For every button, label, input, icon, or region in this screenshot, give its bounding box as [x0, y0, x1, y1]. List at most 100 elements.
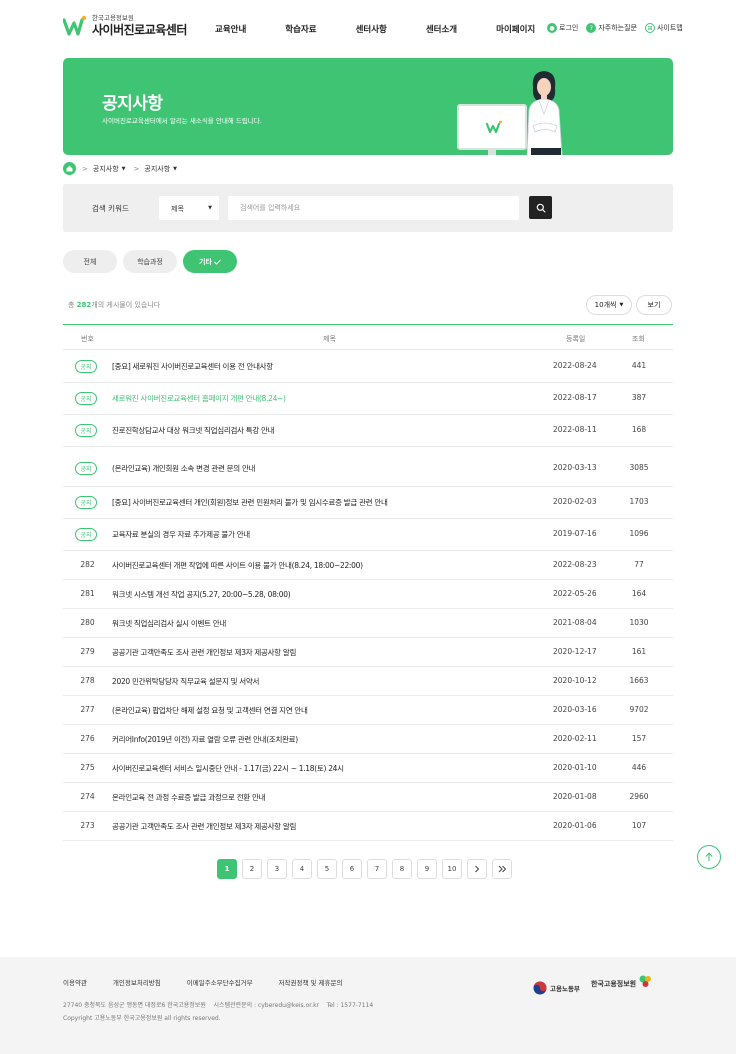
breadcrumb-depth2-label: 공지사항: [144, 164, 171, 173]
site-logo[interactable]: 한국고용정보원 사이버진로교육센터: [62, 14, 187, 38]
row-views: 164: [631, 589, 647, 598]
page-2[interactable]: 2: [242, 859, 262, 879]
table-row[interactable]: 281 워크넷 시스템 개선 작업 공지(5.27, 20:00~5.28, 0…: [63, 580, 673, 609]
table-row[interactable]: 276 커리어Info(2019년 이전) 자료 열람 오류 관련 안내(조치완…: [63, 725, 673, 754]
breadcrumb-depth1-label: 공지사항: [92, 164, 119, 173]
page-9[interactable]: 9: [417, 859, 437, 879]
row-number: 273: [80, 821, 95, 830]
notice-row[interactable]: 공지 [중요] 사이버진로교육센터 개인(회원)정보 관련 민원처리 불가 및 …: [63, 487, 673, 519]
total-count: 282: [76, 301, 92, 309]
footer-link-terms[interactable]: 이용약관: [63, 977, 87, 987]
scroll-top-button[interactable]: [697, 845, 721, 869]
keis-logo[interactable]: 한국고용정보원: [591, 975, 652, 989]
user-icon: ●: [547, 23, 557, 33]
site-footer: 이용약관 개인정보처리방침 이메일주소무단수집거부 저작권정책 및 제휴문의 2…: [0, 957, 736, 1054]
caret-down-icon: ▼: [619, 302, 624, 308]
page-7[interactable]: 7: [367, 859, 387, 879]
row-title[interactable]: 사이버진로교육센터 개편 작업에 따른 사이트 이용 불가 안내(8.24, 1…: [112, 560, 363, 571]
category-tab-etc[interactable]: 기타: [183, 250, 237, 273]
footer-link-privacy[interactable]: 개인정보처리방침: [113, 977, 161, 987]
row-title[interactable]: 워크넷 직업심리검사 실시 이벤트 안내: [112, 618, 226, 629]
nav-item-mypage[interactable]: 마이페이지: [496, 23, 535, 35]
row-date: 2020-03-13: [553, 463, 597, 472]
notice-row[interactable]: 공지 교육자료 분실의 경우 자료 추가제공 불가 안내 2019-07-16 …: [63, 519, 673, 551]
table-row[interactable]: 275 사이버진로교육센터 서비스 일시중단 안내 - 1.17(금) 22시 …: [63, 754, 673, 783]
page-3[interactable]: 3: [267, 859, 287, 879]
row-title[interactable]: 공공기관 고객만족도 조사 관련 개인정보 제3자 제공사항 알림: [112, 821, 296, 832]
table-row[interactable]: 279 공공기관 고객만족도 조사 관련 개인정보 제3자 제공사항 알림 20…: [63, 638, 673, 667]
site-header: 한국고용정보원 사이버진로교육센터 교육안내 학습자료 센터사항 센터소개 마이…: [0, 0, 736, 58]
row-title[interactable]: 온라인교육 전 과정 수료증 발급 과정으로 전환 안내: [112, 792, 265, 803]
faq-link[interactable]: ? 자주하는질문: [586, 23, 637, 33]
nav-item-materials[interactable]: 학습자료: [285, 23, 316, 35]
page-8[interactable]: 8: [392, 859, 412, 879]
chevron-right-icon: >: [82, 164, 88, 173]
category-tab-all[interactable]: 전체: [63, 250, 117, 273]
page-10[interactable]: 10: [442, 859, 462, 879]
footer-link-copyright[interactable]: 저작권정책 및 제휴문의: [279, 977, 343, 987]
table-row[interactable]: 278 2020 민간위탁당당자 직무교육 설문지 및 서약서 2020-10-…: [63, 667, 673, 696]
view-button[interactable]: 보기: [636, 295, 672, 315]
row-number: 278: [80, 676, 95, 685]
page-1[interactable]: 1: [217, 859, 237, 879]
ministry-logo[interactable]: 고용노동부: [533, 981, 580, 995]
search-field-select[interactable]: 제목 ▼: [159, 196, 219, 220]
header-views: 조회: [632, 335, 645, 343]
footer-address: 27740 충청북도 음성군 맹동면 대정로6 한국고용정보원 시스템관련문의 …: [63, 1002, 374, 1009]
total-suffix: 개의 게시물이 있습니다: [91, 301, 161, 309]
next-page-button[interactable]: [467, 859, 487, 879]
home-icon[interactable]: [63, 162, 76, 175]
table-row[interactable]: 280 워크넷 직업심리검사 실시 이벤트 안내 2021-08-04 1030: [63, 609, 673, 638]
page-title: 공지사항: [102, 94, 163, 114]
footer-link-email[interactable]: 이메일주소무단수집거부: [187, 977, 253, 987]
utility-menu: ● 로그인 ? 자주하는질문 ⊞ 사이트맵: [547, 23, 691, 33]
breadcrumb-depth1[interactable]: > 공지사항 ▼: [82, 164, 126, 174]
page-6[interactable]: 6: [342, 859, 362, 879]
row-title[interactable]: 워크넷 시스템 개선 작업 공지(5.27, 20:00~5.28, 08:00…: [112, 589, 291, 600]
row-number: 279: [80, 647, 95, 656]
per-page-select[interactable]: 10개씩 ▼: [586, 295, 632, 315]
row-date: 2022-08-23: [553, 560, 597, 569]
row-title[interactable]: 사이버진로교육센터 서비스 일시중단 안내 - 1.17(금) 22시 ~ 1.…: [112, 763, 344, 774]
row-title[interactable]: 2020 민간위탁당당자 직무교육 설문지 및 서약서: [112, 676, 259, 687]
taegeuk-icon: [533, 981, 547, 995]
table-row[interactable]: 277 (온라인교육) 팝업차단 해제 설정 요청 및 고객센터 연결 지연 안…: [63, 696, 673, 725]
notice-row[interactable]: 공지 새로워진 사이버진로교육센터 홈페이지 개편 안내(8.24~) 2022…: [63, 383, 673, 415]
sitemap-link[interactable]: ⊞ 사이트맵: [644, 23, 683, 33]
row-title[interactable]: (온라인교육) 팝업차단 해제 설정 요청 및 고객센터 연결 지연 안내: [112, 705, 308, 716]
row-title[interactable]: 새로워진 사이버진로교육센터 홈페이지 개편 안내(8.24~): [112, 393, 286, 404]
notice-row[interactable]: 공지 (온라인교육) 개인회원 소속 변경 관련 문의 안내 2020-03-1…: [63, 447, 673, 487]
pagination: 1 2 3 4 5 6 7 8 9 10: [217, 859, 517, 879]
nav-item-education[interactable]: 교육안내: [215, 23, 246, 35]
row-title[interactable]: [중요] 새로워진 사이버진로교육센터 이용 전 안내사항: [112, 361, 273, 372]
row-title[interactable]: [중요] 사이버진로교육센터 개인(회원)정보 관련 민원처리 불가 및 임시수…: [112, 497, 388, 508]
notice-row[interactable]: 공지 진로진학상담교사 대상 워크넷 직업심리검사 특강 안내 2022-08-…: [63, 415, 673, 447]
nav-item-center-news[interactable]: 센터사항: [356, 23, 387, 35]
table-row[interactable]: 274 온라인교육 전 과정 수료증 발급 과정으로 전환 안내 2020-01…: [63, 783, 673, 812]
footer-copyright: Copyright 고용노동부 한국고용정보원 all rights reser…: [63, 1015, 221, 1022]
category-tab-course[interactable]: 학습과정: [123, 250, 177, 273]
row-title[interactable]: (온라인교육) 개인회원 소속 변경 관련 문의 안내: [112, 463, 255, 474]
row-title[interactable]: 공공기관 고객만족도 조사 관련 개인정보 제3자 제공사항 알림: [112, 647, 296, 658]
notice-badge: 공지: [75, 462, 97, 475]
breadcrumb-depth2[interactable]: > 공지사항 ▼: [134, 164, 178, 174]
row-number: 280: [80, 618, 95, 627]
page-4[interactable]: 4: [292, 859, 312, 879]
nav-item-about[interactable]: 센터소개: [426, 23, 457, 35]
page-banner: 공지사항 사이버진로교육센터에서 알리는 새소식을 안내해 드립니다.: [63, 58, 673, 155]
search-button[interactable]: [529, 196, 552, 219]
login-link[interactable]: ● 로그인: [547, 23, 578, 33]
notice-row[interactable]: 공지 [중요] 새로워진 사이버진로교육센터 이용 전 안내사항 2022-08…: [63, 350, 673, 383]
row-date: 2020-12-17: [553, 647, 597, 656]
row-date: 2021-08-04: [553, 618, 597, 627]
page-5[interactable]: 5: [317, 859, 337, 879]
row-views: 9702: [629, 705, 649, 714]
search-input[interactable]: [228, 196, 519, 220]
table-row[interactable]: 282 사이버진로교육센터 개편 작업에 따른 사이트 이용 불가 안내(8.2…: [63, 551, 673, 580]
table-header: 번호 제목 등록일 조회: [63, 324, 673, 350]
last-page-button[interactable]: [492, 859, 512, 879]
row-title[interactable]: 교육자료 분실의 경우 자료 추가제공 불가 안내: [112, 529, 250, 540]
row-title[interactable]: 커리어Info(2019년 이전) 자료 열람 오류 관련 안내(조치완료): [112, 734, 298, 745]
row-title[interactable]: 진로진학상담교사 대상 워크넷 직업심리검사 특강 안내: [112, 425, 275, 436]
table-row[interactable]: 273 공공기관 고객만족도 조사 관련 개인정보 제3자 제공사항 알림 20…: [63, 812, 673, 841]
